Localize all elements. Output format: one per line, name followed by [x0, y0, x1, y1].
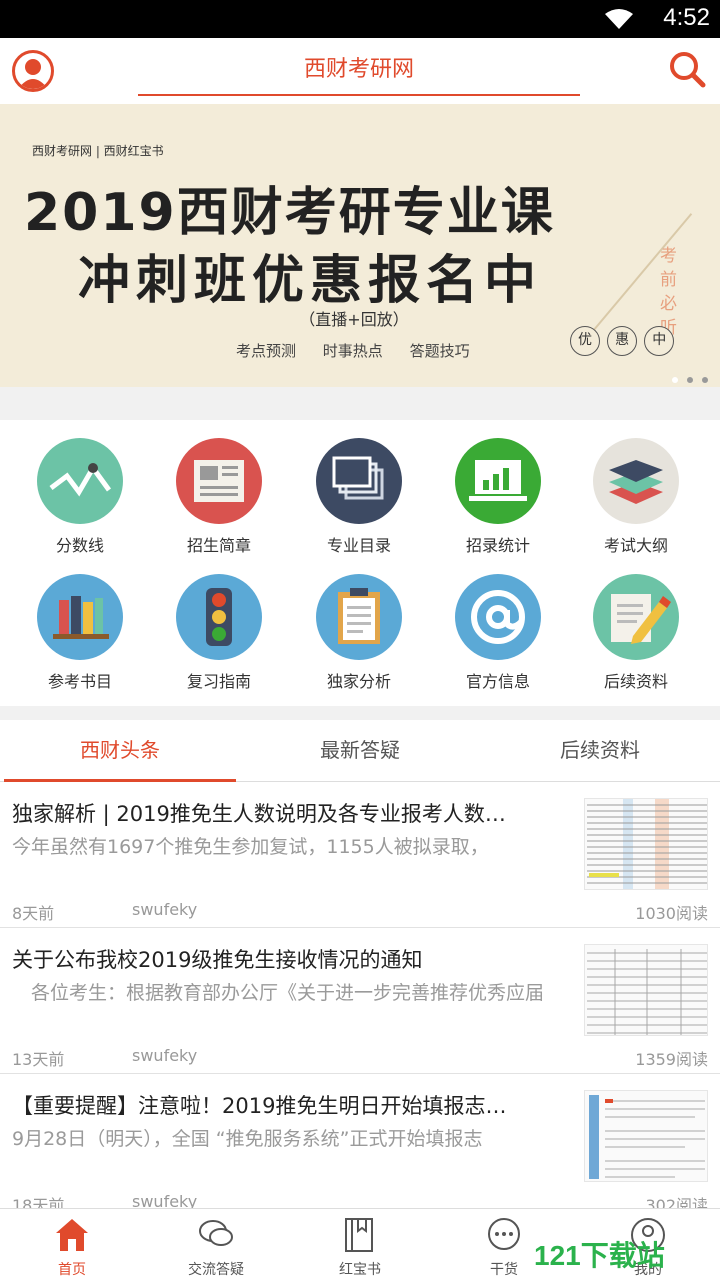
grid-item-exclusive-analysis[interactable]: 独家分析 — [289, 556, 429, 691]
news-tabs: 西财头条 最新答疑 后续资料 — [0, 720, 720, 782]
search-icon[interactable] — [668, 50, 706, 88]
grid-item-reference-books[interactable]: 参考书目 — [10, 556, 150, 691]
grid-item-score-line[interactable]: 分数线 — [10, 420, 150, 555]
watermark-logo: 121下载站 — [534, 1240, 665, 1271]
nav-label: 首页 — [58, 1262, 86, 1278]
at-sign-icon — [455, 574, 541, 660]
wifi-icon — [605, 9, 633, 29]
grid-item-major-catalog[interactable]: 专业目录 — [289, 420, 429, 555]
newspaper-icon — [176, 438, 262, 524]
grid-item-follow-up-materials[interactable]: 后续资料 — [566, 556, 706, 691]
news-thumbnail — [584, 798, 708, 890]
grid-item-label: 招录统计 — [465, 536, 530, 555]
carousel-dot[interactable] — [702, 377, 708, 383]
news-title: 【重要提醒】注意啦！2019推免生明日开始填报志… — [12, 1094, 507, 1118]
banner-small-text: 西财考研网 | 西财红宝书 — [32, 144, 164, 158]
grid-item-label: 独家分析 — [326, 672, 391, 691]
nav-label: 红宝书 — [339, 1262, 381, 1278]
clock: 4:52 — [663, 4, 710, 31]
grid-item-label: 分数线 — [55, 536, 104, 555]
catalog-stack-icon — [316, 438, 402, 524]
carousel-indicator — [668, 368, 708, 387]
grid-item-official-info[interactable]: 官方信息 — [428, 556, 568, 691]
nav-red-book[interactable]: 红宝书 — [288, 1209, 432, 1280]
status-bar: 4:52 — [0, 0, 720, 38]
layers-icon — [593, 438, 679, 524]
home-icon — [56, 1219, 88, 1251]
grid-item-label: 复习指南 — [186, 672, 251, 691]
grid-item-admission-stats[interactable]: 招录统计 — [428, 420, 568, 555]
banner-tag: 时事热点 — [322, 342, 383, 360]
section-divider — [0, 387, 720, 420]
banner-headline-1: 2019西财考研专业课 — [24, 183, 555, 243]
banner-headline-2: 冲刺班优惠报名中 — [78, 251, 543, 311]
banner-badges: 优 惠 中 — [570, 326, 676, 356]
grid-item-label: 专业目录 — [326, 536, 391, 555]
news-title: 独家解析 | 2019推免生人数说明及各专业报考人数… — [12, 802, 506, 826]
tab-headlines[interactable]: 西财头条 — [4, 720, 236, 782]
nav-label: 交流答疑 — [188, 1262, 244, 1278]
pencil-note-icon — [593, 574, 679, 660]
grid-item-label: 考试大纲 — [603, 536, 668, 555]
news-item[interactable]: 关于公布我校2019级推免生接收情况的通知 各位考生：根据教育部办公厅《关于进一… — [0, 928, 720, 1074]
news-item[interactable]: 【重要提醒】注意啦！2019推免生明日开始填报志… 9月28日（明天），全国 “… — [0, 1074, 720, 1215]
nav-qa[interactable]: 交流答疑 — [144, 1209, 288, 1280]
news-summary: 各位考生：根据教育部办公厅《关于进一步完善推荐优秀应届 — [12, 982, 545, 1004]
carousel-dot[interactable] — [686, 377, 693, 383]
grid-item-label: 官方信息 — [465, 672, 530, 691]
tab-latest-qa[interactable]: 最新答疑 — [244, 720, 476, 782]
carousel-dot[interactable] — [671, 377, 678, 383]
grid-item-label: 参考书目 — [47, 672, 112, 691]
grid-item-label: 后续资料 — [603, 672, 668, 691]
page-title: 西财考研网 — [138, 50, 580, 96]
news-read-count: 1359阅读 — [635, 1050, 708, 1069]
chat-bubbles-icon — [199, 1220, 233, 1246]
traffic-light-icon — [176, 574, 262, 660]
section-divider — [0, 706, 720, 720]
feature-grid: 分数线 招生简章 专业目录 招录统计 考试大纲 参考书目 复习指南 独家分析 官… — [0, 420, 720, 708]
message-dots-icon — [488, 1218, 520, 1250]
news-read-count: 1030阅读 — [635, 904, 708, 923]
banner-badge: 中 — [644, 326, 675, 356]
news-author: swufeky — [132, 900, 198, 919]
news-time: 13天前 — [12, 1050, 65, 1069]
banner-badge: 优 — [570, 326, 600, 356]
news-author: swufeky — [132, 1046, 198, 1065]
banner-tag: 考点预测 — [236, 342, 297, 360]
score-line-icon — [37, 438, 123, 524]
news-item[interactable]: 独家解析 | 2019推免生人数说明及各专业报考人数… 今年虽然有1697个推免… — [0, 782, 720, 928]
books-icon — [37, 574, 123, 660]
news-time: 8天前 — [12, 904, 55, 923]
grid-item-label: 招生简章 — [186, 536, 251, 555]
grid-item-admission-guide[interactable]: 招生简章 — [149, 420, 289, 555]
user-avatar-icon[interactable] — [12, 50, 54, 92]
grid-item-exam-syllabus[interactable]: 考试大纲 — [566, 420, 706, 555]
nav-home[interactable]: 首页 — [0, 1209, 144, 1280]
promo-banner[interactable]: 西财考研网 | 西财红宝书 2019西财考研专业课 冲刺班优惠报名中 （直播+回… — [0, 104, 720, 387]
banner-badge: 惠 — [607, 326, 638, 356]
grid-item-review-guide[interactable]: 复习指南 — [149, 556, 289, 691]
news-thumbnail — [584, 944, 708, 1036]
banner-tags: 考点预测 时事热点 答题技巧 — [236, 340, 492, 361]
news-thumbnail — [584, 1090, 708, 1182]
news-summary: 今年虽然有1697个推免生参加复试，1155人被拟录取， — [12, 836, 489, 858]
tab-follow-up-materials[interactable]: 后续资料 — [484, 720, 716, 782]
news-title: 关于公布我校2019级推免生接收情况的通知 — [12, 948, 423, 972]
clipboard-icon — [316, 574, 402, 660]
book-icon — [345, 1218, 373, 1252]
bar-chart-laptop-icon — [455, 438, 541, 524]
app-header: 西财考研网 — [0, 38, 720, 104]
banner-tag: 答题技巧 — [409, 342, 470, 360]
news-summary: 9月28日（明天），全国 “推免服务系统”正式开始填报志 — [12, 1128, 483, 1150]
